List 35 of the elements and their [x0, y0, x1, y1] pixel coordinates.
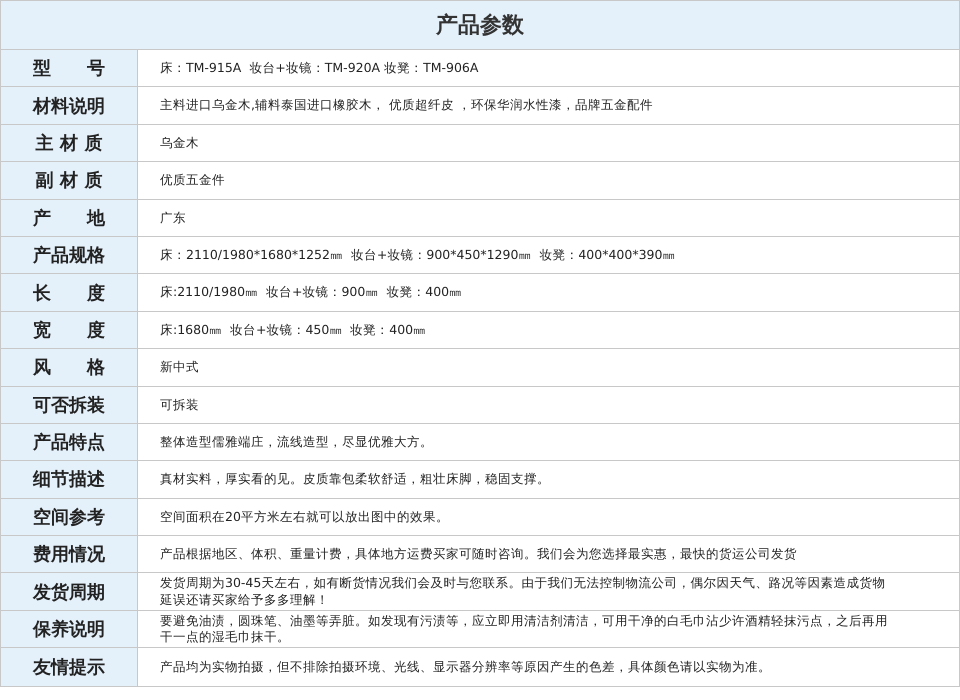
row-value: 广东: [160, 210, 186, 226]
row-label: 风 格: [1, 349, 138, 386]
row-label: 细节描述: [1, 461, 138, 498]
row-value: 主料进口乌金木,辅料泰国进口橡胶木， 优质超纤皮 ，环保华润水性漆，品牌五金配件: [160, 97, 653, 114]
row-value: 产品根据地区、体积、重量计费，具体地方运费买家可随时咨询。我们会为您选择最实惠，最快的货运公司发货: [160, 546, 797, 562]
row-value: 新中式: [160, 359, 199, 376]
row-value: 床：TM-915A 妆台+妆镜：TM-920A 妆凳：TM-906A: [160, 60, 478, 76]
row-label: 宽 度: [1, 312, 138, 348]
row-value: 优质五金件: [160, 172, 225, 188]
row-label: 费用情况: [1, 536, 138, 572]
row-value: 要避免油渍，圆珠笔、油墨等弄脏。如发现有污渍等，应立即用清洁剂清洁，可用干净的白毛巾沾少许酒精轻抹污点，之后再用干一点的湿毛巾抹干。: [160, 612, 889, 646]
row-value: 乌金木: [160, 134, 199, 152]
row-label: 可否拆装: [1, 386, 138, 423]
row-label: 产品规格: [1, 236, 138, 274]
table-title: 产品参数: [1, 1, 959, 50]
row-label: 材料说明: [1, 87, 138, 124]
row-label: 空间参考: [1, 498, 138, 536]
row-label: 保养说明: [1, 610, 138, 648]
row-label: 产品特点: [1, 424, 138, 460]
row-label: 产 地: [1, 200, 138, 236]
row-value: 整体造型儒雅端庄，流线造型，尽显优雅大方。: [160, 434, 433, 450]
row-label: 友情提示: [1, 648, 138, 686]
row-label: 主 材 质: [1, 124, 138, 162]
row-label: 发货周期: [1, 573, 138, 610]
row-value: 可拆装: [160, 396, 199, 413]
row-value: 空间面积在20平方米左右就可以放出图中的效果。: [160, 508, 449, 525]
row-value: 发货周期为30-45天左右，如有断货情况我们会及时与您联系。由于我们无法控制物流公司，偶尔因天气、路况等因素造成货物延误还请买家给予多多理解！: [160, 575, 886, 608]
row-value: 产品均为实物拍摄，但不排除拍摄环境、光线、显示器分辨率等原因产生的色差，具体颜色请以实物为准。: [160, 658, 771, 676]
row-label: 长 度: [1, 274, 138, 311]
row-label: 型 号: [1, 50, 138, 86]
row-label: 副 材 质: [1, 162, 138, 199]
row-value: 床:1680㎜ 妆台+妆镜：450㎜ 妆凳：400㎜: [160, 322, 426, 338]
row-value: 真材实料，厚实看的见。皮质靠包柔软舒适，粗壮床脚，稳固支撑。: [160, 471, 550, 488]
row-value: 床：2110/1980*1680*1252㎜ 妆台+妆镜：900*450*1290㎜ 妆凳：400*400*390㎜: [160, 247, 676, 264]
row-value: 床:2110/1980㎜ 妆台+妆镜：900㎜ 妆凳：400㎜: [160, 284, 462, 301]
